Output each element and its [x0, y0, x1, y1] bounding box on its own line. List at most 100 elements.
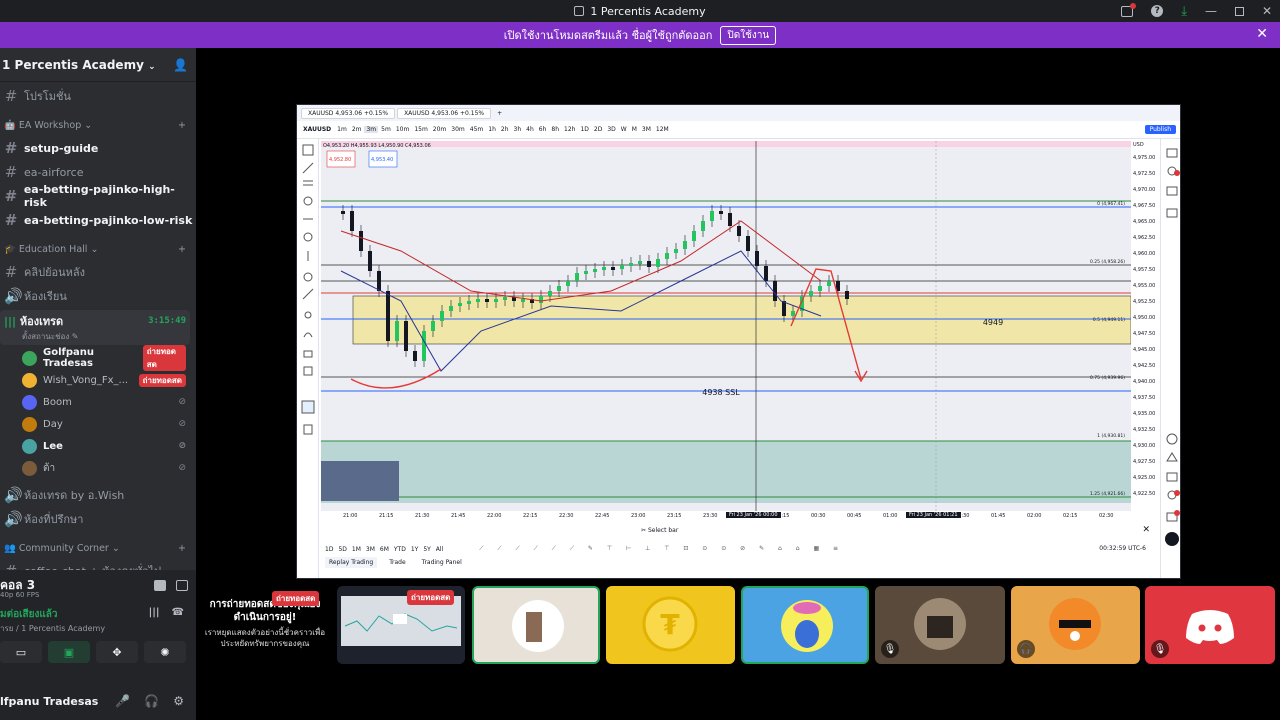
- timeframe-button[interactable]: 15m: [412, 126, 429, 133]
- voice-user[interactable]: Golfpanu Tradesas ถ่ายทอดสด: [0, 345, 196, 371]
- channel-item[interactable]: # ea-betting-pajinko-low-risk: [0, 208, 196, 232]
- timeframe-button[interactable]: 3m: [364, 126, 379, 133]
- channel-item[interactable]: # setup-guide: [0, 136, 196, 160]
- stream-tile-golfpanu[interactable]: ถ่ายทอดสด: [337, 586, 465, 664]
- banner-close-icon[interactable]: ✕: [1256, 26, 1268, 42]
- range-button[interactable]: 5Y: [423, 546, 430, 553]
- tv-symbol[interactable]: XAUUSD: [303, 126, 331, 133]
- settings-gear-icon[interactable]: ⚙: [173, 694, 184, 708]
- add-channel-icon[interactable]: +: [178, 120, 186, 131]
- timeframe-button[interactable]: 3h: [512, 126, 524, 133]
- download-icon[interactable]: ⤓: [1181, 4, 1187, 19]
- channel-status[interactable]: ตั้งสถานะช่อง: [22, 332, 69, 341]
- tile-user-5[interactable]: 🎙: [875, 586, 1005, 664]
- range-button[interactable]: 3M: [366, 546, 375, 553]
- voice-channel-item[interactable]: 🔊 ห้องเรียน: [0, 284, 196, 308]
- price-tick: 4,957.50: [1133, 267, 1156, 273]
- voice-user[interactable]: Lee ⊘: [0, 435, 196, 457]
- tile-user-4[interactable]: [741, 586, 869, 664]
- category-education-hall[interactable]: 🎓 Education Hall ⌄ +: [0, 238, 196, 260]
- disable-streamer-mode-button[interactable]: ปิดใช้งาน: [720, 25, 777, 45]
- timeframe-button[interactable]: 1D: [578, 126, 590, 133]
- inbox-icon[interactable]: [1121, 2, 1137, 17]
- range-button[interactable]: 1Y: [411, 546, 418, 553]
- range-button[interactable]: 1M: [352, 546, 361, 553]
- voice-user[interactable]: Day ⊘: [0, 413, 196, 435]
- timeframe-button[interactable]: 1m: [335, 126, 349, 133]
- voice-user[interactable]: ต้า ⊘: [0, 457, 196, 479]
- timeframe-button[interactable]: 3D: [605, 126, 617, 133]
- timeframe-button[interactable]: 2m: [350, 126, 364, 133]
- timeframe-button[interactable]: 12h: [562, 126, 577, 133]
- price-chart[interactable]: O4,953.20 H4,955.93 L4,950.90 C4,953.06 4…: [321, 141, 1131, 511]
- timeframe-button[interactable]: 30m: [449, 126, 466, 133]
- channel-item[interactable]: # คลิปย้อนหลัง: [0, 260, 196, 284]
- select-bar-button[interactable]: ✂ Select bar: [641, 527, 678, 534]
- voice-channel-item[interactable]: 🔊 ห้องเทรด by อ.Wish: [0, 483, 196, 507]
- candle: [746, 236, 750, 251]
- price-axis[interactable]: USD 4,975.00 4,972.50 4,970.00 4,967.50 4,96…: [1131, 141, 1160, 511]
- range-row: 1D 5D 1M 3M 6M YTD 1Y 5Y All ⟋ ⟋ ⟋ ⟋ ⟋ ⟋ ✎ ⊤ ⊢ ⊥…: [321, 541, 1160, 557]
- voice-channel-item[interactable]: 🔊 ห้องที่ปรึกษา: [0, 507, 196, 531]
- help-icon[interactable]: ?: [1151, 5, 1164, 17]
- category-ea-workshop[interactable]: 🤖 EA Workshop ⌄ +: [0, 114, 196, 136]
- minimize-icon[interactable]: —: [1205, 4, 1217, 18]
- range-button[interactable]: 5D: [338, 546, 346, 553]
- drawing-tool-icons[interactable]: [297, 139, 319, 579]
- timeframe-button[interactable]: 5m: [379, 126, 393, 133]
- replay-trading-tab[interactable]: Replay Trading: [325, 557, 378, 568]
- hash-icon: #: [4, 187, 18, 205]
- tile-user-2[interactable]: [472, 586, 600, 664]
- timeframe-button[interactable]: 8h: [549, 126, 561, 133]
- candle: [584, 271, 588, 274]
- candle: [566, 281, 570, 286]
- channel-item[interactable]: # ea-betting-pajinko-high-risk: [0, 183, 196, 209]
- range-button[interactable]: YTD: [394, 546, 406, 553]
- screen-share-view[interactable]: XAUUSD 4,953.06 +0.15% XAUUSD 4,953.06 +…: [296, 104, 1181, 579]
- active-voice-channel[interactable]: ||| ห้องเทรด 3:15:49 ตั้งสถานะช่อง ✎: [0, 310, 190, 345]
- add-tab-icon[interactable]: +: [493, 110, 506, 117]
- tile-user-7[interactable]: 🎙: [1145, 586, 1275, 664]
- add-channel-icon[interactable]: +: [178, 244, 186, 255]
- tv-tab[interactable]: XAUUSD 4,953.06 +0.15%: [397, 107, 492, 119]
- range-button[interactable]: All: [436, 546, 443, 553]
- timeframe-button[interactable]: 20m: [431, 126, 448, 133]
- timeframe-button[interactable]: M: [630, 126, 639, 133]
- timeframe-button[interactable]: 12M: [654, 126, 671, 133]
- microphone-icon[interactable]: 🎤: [115, 694, 130, 708]
- timeframe-button[interactable]: 4h: [524, 126, 536, 133]
- channel-item[interactable]: # ea-airforce: [0, 160, 196, 184]
- server-header[interactable]: 1 Percentis Academy ⌄ 👤: [0, 48, 196, 82]
- maximize-icon[interactable]: [1234, 6, 1244, 16]
- trade-tab[interactable]: Trade: [385, 557, 409, 568]
- drawing-tools-strip[interactable]: ⟋ ⟋ ⟋ ⟋ ⟋ ⟋ ✎ ⊤ ⊢ ⊥ ⊤ ⊡ ⊙ ⊙ ⊘ ✎ ⌂ ⌂ ▦ ≡: [479, 545, 844, 553]
- timeframe-button[interactable]: 2D: [592, 126, 604, 133]
- tv-publish-button[interactable]: Publish: [1144, 125, 1176, 134]
- voice-user[interactable]: Wish_Vong_Fx_... ถ่ายทอดสด: [0, 369, 196, 391]
- tv-tab[interactable]: XAUUSD 4,953.06 +0.15%: [301, 107, 396, 119]
- add-channel-icon[interactable]: +: [178, 543, 186, 554]
- trading-panel-tab[interactable]: Trading Panel: [418, 557, 466, 568]
- right-tool-icons[interactable]: [1161, 139, 1181, 579]
- user-name[interactable]: lfpanu Tradesas: [0, 695, 98, 708]
- muted-icon: ⊘: [178, 419, 186, 429]
- category-community-corner[interactable]: 👥 Community Corner ⌄ +: [0, 537, 196, 559]
- close-window-icon[interactable]: ✕: [1262, 4, 1272, 18]
- range-button[interactable]: 1D: [325, 546, 333, 553]
- channel-item[interactable]: # โปรโมชั่น: [0, 84, 196, 108]
- add-member-icon[interactable]: 👤: [173, 58, 188, 72]
- tile-user-3[interactable]: ₮: [606, 586, 735, 664]
- timeframe-button[interactable]: 2h: [499, 126, 511, 133]
- timeframe-button[interactable]: 3M: [640, 126, 653, 133]
- headphones-icon[interactable]: 🎧: [144, 694, 159, 708]
- timeframe-button[interactable]: W: [619, 126, 629, 133]
- range-button[interactable]: 6M: [380, 546, 389, 553]
- close-replay-icon[interactable]: ✕: [1142, 525, 1150, 535]
- timeframe-button[interactable]: 10m: [394, 126, 411, 133]
- tile-user-6[interactable]: 🎧: [1011, 586, 1140, 664]
- timeframe-button[interactable]: 45m: [468, 126, 485, 133]
- time-axis[interactable]: 21:00 21:15 21:30 21:45 22:00 22:15 22:30 22:45…: [321, 511, 1131, 523]
- timeframe-button[interactable]: 6h: [537, 126, 549, 133]
- voice-user[interactable]: Boom ⊘: [0, 391, 196, 413]
- timeframe-button[interactable]: 1h: [486, 126, 498, 133]
